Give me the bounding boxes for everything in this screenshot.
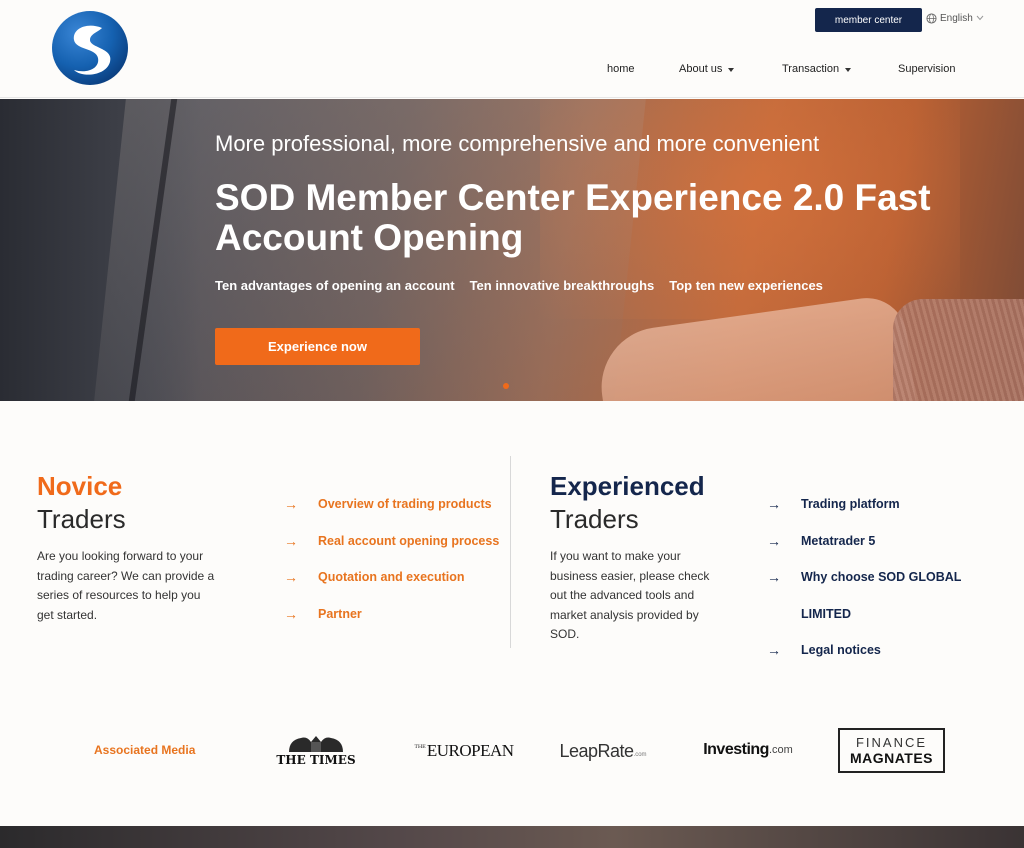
member-center-button[interactable]: member center	[815, 8, 922, 32]
footer-banner-edge	[0, 826, 1024, 848]
list-item[interactable]: → Trading platform	[767, 496, 977, 533]
language-label: English	[940, 12, 973, 24]
arrow-right-icon: →	[284, 605, 298, 622]
hero-title: SOD Member Center Experience 2.0 Fast Ac…	[215, 177, 931, 258]
list-item[interactable]: → Real account opening process	[284, 533, 499, 570]
caret-down-icon	[845, 67, 852, 72]
column-divider	[510, 456, 511, 648]
associated-media-label: Associated Media	[94, 743, 196, 757]
finance-text: FINANCE	[855, 734, 928, 750]
crest-icon	[289, 736, 343, 752]
site-header: member center English home About us Tran…	[0, 0, 1024, 98]
nav-about-us[interactable]: About us	[679, 63, 735, 75]
experienced-link-label: Metatrader 5	[801, 533, 876, 548]
hero-points: Ten advantages of opening an account Ten…	[215, 278, 823, 293]
novice-link-label: Real account opening process	[318, 533, 500, 548]
experienced-description: If you want to make your business easier…	[550, 549, 710, 641]
leaprate-suffix: .com	[633, 752, 647, 758]
nav-transaction-label: Transaction	[782, 63, 840, 75]
list-item[interactable]: → Legal notices	[767, 642, 977, 679]
list-item[interactable]: → Partner	[284, 606, 499, 643]
list-item[interactable]: → Overview of trading products	[284, 496, 499, 533]
arrow-right-icon: →	[767, 496, 781, 512]
leaprate-logo[interactable]: LeapRate .com	[556, 737, 650, 765]
nav-supervision[interactable]: Supervision	[898, 63, 955, 75]
hero-point: Top ten new experiences	[669, 278, 823, 293]
experience-now-button[interactable]: Experience now	[215, 328, 420, 365]
arrow-right-icon: →	[284, 532, 298, 549]
arrow-right-icon: →	[767, 532, 781, 549]
european-logo[interactable]: THE EUROPEAN	[414, 738, 514, 764]
experienced-link-label: Why choose SOD GLOBAL LIMITED	[801, 570, 962, 621]
hero-point: Ten advantages of opening an account	[215, 278, 455, 293]
hero-sleeve	[893, 299, 1024, 401]
caret-down-icon	[728, 67, 735, 72]
experienced-links: → Trading platform → Metatrader 5 → Why cho…	[767, 496, 977, 679]
european-prefix: THE	[414, 744, 426, 750]
novice-link-label: Overview of trading products	[318, 497, 492, 511]
novice-links: → Overview of trading products → Real acco…	[284, 496, 499, 642]
the-times-logo[interactable]: THE TIMES	[276, 730, 356, 770]
investing-suffix: .com	[768, 744, 793, 756]
european-text: EUROPEAN	[426, 741, 514, 760]
magnates-text: MAGNATES	[849, 749, 934, 766]
investing-text: Investing	[703, 741, 769, 758]
finance-magnates-logo[interactable]: FINANCE MAGNATES	[838, 728, 945, 773]
novice-description: Are you looking forward to your trading …	[37, 549, 215, 622]
arrow-right-icon: →	[284, 496, 298, 512]
leaprate-text: LeapRate	[559, 740, 634, 761]
hero-subtitle: More professional, more comprehensive an…	[215, 131, 820, 156]
nav-about-us-label: About us	[679, 63, 723, 75]
nav-supervision-label: Supervision	[898, 63, 956, 75]
chevron-down-icon	[976, 15, 984, 21]
investing-logo[interactable]: Investing .com	[696, 738, 800, 762]
arrow-right-icon: →	[284, 569, 298, 585]
nav-transaction[interactable]: Transaction	[782, 63, 852, 75]
experienced-title: Experienced	[550, 471, 705, 501]
experienced-link-label: Legal notices	[801, 643, 881, 657]
list-item[interactable]: → Quotation and execution	[284, 569, 499, 606]
hero-point: Ten innovative breakthroughs	[469, 278, 655, 293]
novice-title: Novice	[37, 471, 123, 501]
novice-subtitle: Traders	[37, 504, 126, 534]
novice-link-label: Quotation and execution	[318, 570, 465, 584]
the-times-text: THE TIMES	[276, 753, 356, 767]
globe-icon	[926, 12, 937, 24]
experienced-subtitle: Traders	[550, 504, 639, 534]
novice-link-label: Partner	[318, 606, 362, 621]
list-item[interactable]: → Why choose SOD GLOBAL LIMITED	[767, 569, 977, 642]
experienced-link-label: Trading platform	[801, 497, 900, 511]
nav-home[interactable]: home	[607, 63, 635, 75]
arrow-right-icon: →	[767, 569, 781, 585]
main-nav: home About us Transaction Supervision	[0, 63, 1024, 77]
arrow-right-icon: →	[767, 642, 781, 658]
nav-home-label: home	[607, 63, 635, 75]
language-selector[interactable]: English	[926, 11, 984, 25]
carousel-dot[interactable]	[503, 383, 509, 389]
